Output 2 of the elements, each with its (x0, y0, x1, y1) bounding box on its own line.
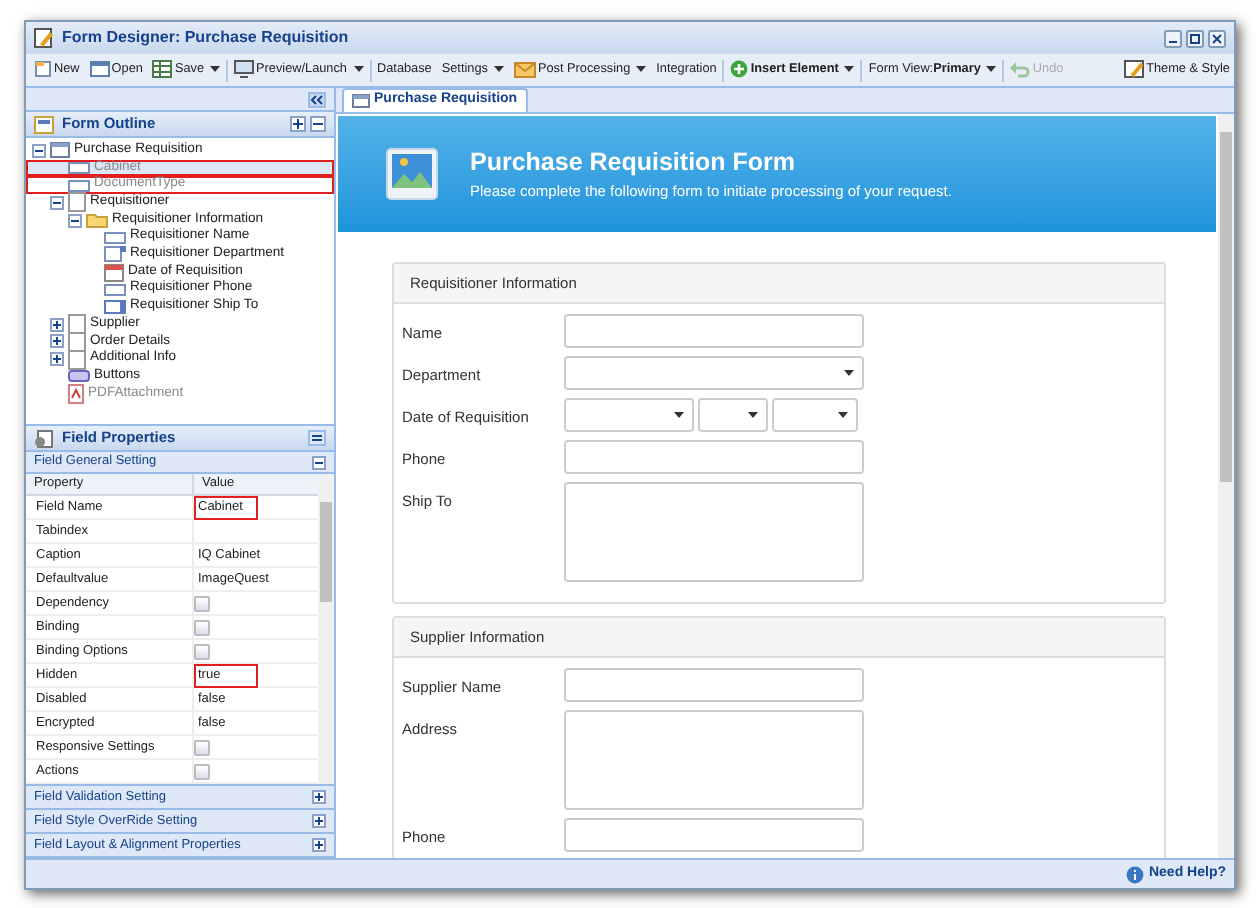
form-title: Purchase Requisition Form (470, 148, 798, 180)
window-title: Form Designer: Purchase Requisition (62, 26, 349, 50)
